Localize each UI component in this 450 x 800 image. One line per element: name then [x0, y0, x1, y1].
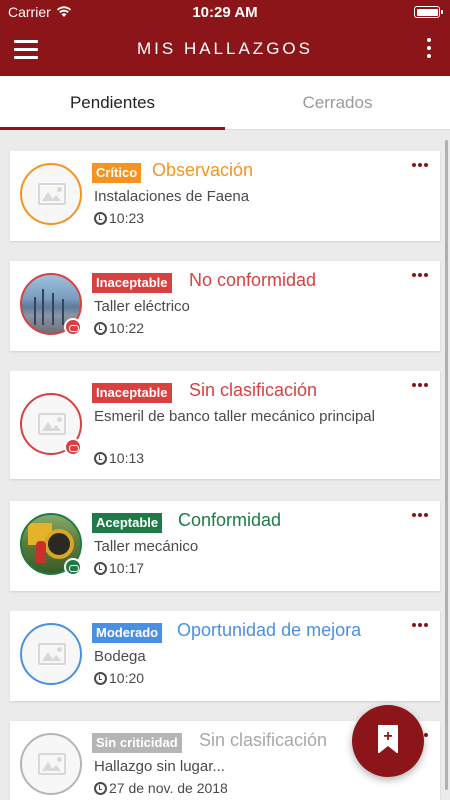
finding-type: No conformidad — [189, 270, 317, 290]
clock-icon — [94, 671, 107, 685]
finding-type: Sin clasificación — [189, 380, 318, 400]
finding-time-label: 10:17 — [109, 560, 145, 576]
finding-place: Taller mecánico — [94, 538, 199, 555]
finding-place: Esmeril de banco taller mecánico princip… — [94, 408, 375, 425]
clock-icon — [94, 451, 107, 465]
finding-time: 10:20 — [94, 670, 144, 686]
finding-time: 10:17 — [94, 560, 144, 576]
add-bookmark-icon: + — [378, 725, 398, 754]
plus-icon: + — [383, 728, 393, 745]
criticality-badge: Inaceptable — [92, 383, 172, 403]
finding-image-placeholder — [20, 623, 82, 685]
criticality-badge: Aceptable — [92, 513, 163, 533]
attachment-icon — [64, 318, 82, 336]
card-more-icon[interactable] — [412, 513, 428, 519]
tab-bar: Pendientes Cerrados — [0, 76, 450, 130]
finding-type: Sin clasificación — [199, 730, 328, 750]
app-bar: MIS HALLAZGOS — [0, 24, 450, 76]
status-bar: Carrier 10:29 AM — [0, 0, 450, 24]
finding-time-label: 10:23 — [109, 210, 145, 226]
criticality-badge: Moderado — [92, 623, 163, 643]
list-item[interactable]: Aceptable Conformidad Taller mecánico 10… — [10, 501, 440, 591]
finding-time: 10:22 — [94, 320, 144, 336]
findings-list: Crítico Observación Instalaciones de Fae… — [0, 131, 450, 800]
battery-icon — [414, 6, 443, 18]
finding-time: 10:23 — [94, 210, 144, 226]
attachment-icon — [64, 558, 82, 576]
card-more-icon[interactable] — [412, 163, 428, 169]
page-title: MIS HALLAZGOS — [137, 39, 313, 58]
finding-image-placeholder — [20, 733, 82, 795]
tab-pendientes[interactable]: Pendientes — [0, 76, 225, 130]
finding-type: Oportunidad de mejora — [177, 620, 362, 640]
status-time: 10:29 AM — [192, 4, 258, 21]
clock-icon — [94, 561, 107, 575]
criticality-badge: Crítico — [92, 163, 142, 183]
finding-time-label: 10:22 — [109, 320, 145, 336]
clock-icon — [94, 321, 107, 335]
criticality-badge: Inaceptable — [92, 273, 172, 293]
top-bar: Carrier 10:29 AM MIS HALLAZGOS — [0, 0, 450, 76]
list-item[interactable]: Crítico Observación Instalaciones de Fae… — [10, 151, 440, 241]
criticality-badge: Sin criticidad — [92, 733, 182, 753]
finding-image-placeholder — [20, 163, 82, 225]
finding-time: 10:13 — [94, 450, 144, 466]
finding-place: Hallazgo sin lugar... — [94, 758, 225, 775]
finding-place: Bodega — [94, 648, 146, 665]
card-more-icon[interactable] — [412, 273, 428, 279]
finding-time-label: 10:20 — [109, 670, 145, 686]
list-item[interactable]: Inaceptable No conformidad Taller eléctr… — [10, 261, 440, 351]
active-tab-indicator — [0, 127, 225, 130]
card-more-icon[interactable] — [412, 383, 428, 389]
list-item[interactable]: Moderado Oportunidad de mejora Bodega 10… — [10, 611, 440, 701]
finding-type: Observación — [152, 160, 254, 180]
attachment-icon — [64, 438, 82, 456]
add-finding-button[interactable]: + — [352, 705, 424, 777]
finding-time-label: 10:13 — [109, 450, 145, 466]
card-more-icon[interactable] — [412, 623, 428, 629]
finding-place: Taller eléctrico — [94, 298, 190, 315]
clock-icon — [94, 211, 107, 225]
tab-cerrados[interactable]: Cerrados — [225, 76, 450, 130]
more-vertical-icon[interactable] — [424, 38, 434, 62]
scrollbar[interactable] — [445, 140, 448, 790]
list-item[interactable]: Inaceptable Sin clasificación Esmeril de… — [10, 371, 440, 479]
finding-type: Conformidad — [178, 510, 282, 530]
finding-time: 27 de nov. de 2018 — [94, 780, 228, 796]
clock-icon — [94, 781, 107, 795]
finding-place: Instalaciones de Faena — [94, 188, 250, 205]
finding-time-label: 27 de nov. de 2018 — [109, 780, 228, 796]
